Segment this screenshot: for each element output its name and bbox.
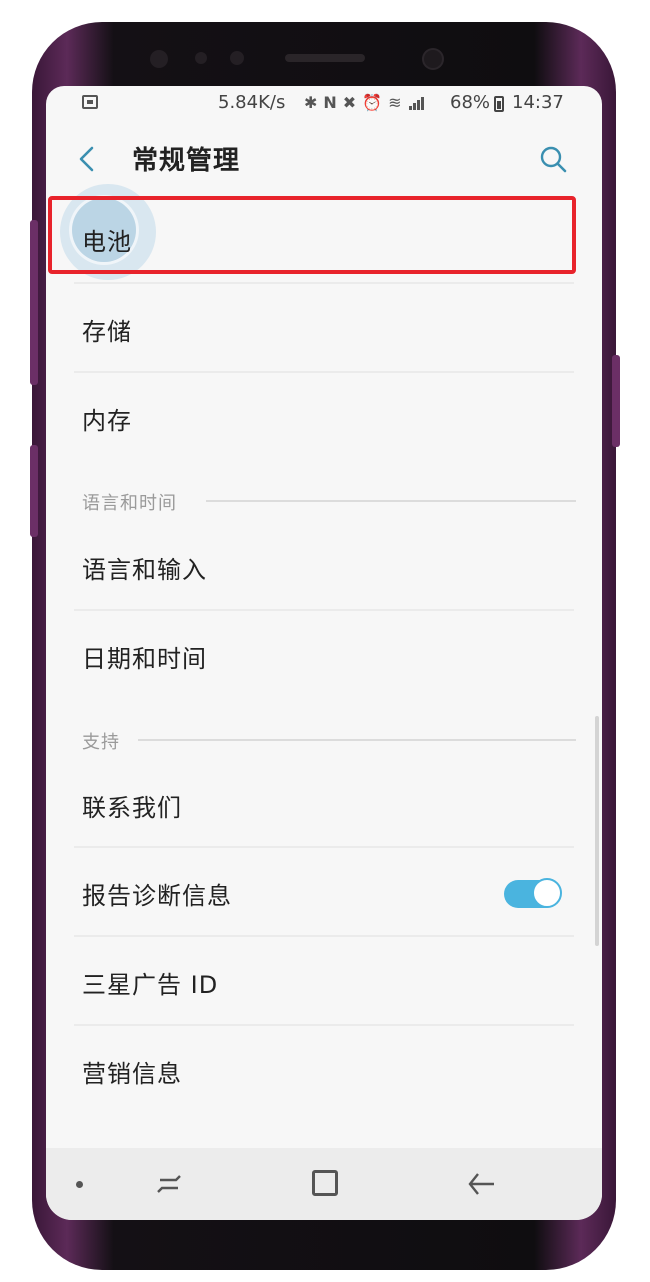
list-item-language-input[interactable]: 语言和输入 (46, 522, 602, 610)
list-item-samsung-ad-id[interactable]: 三星广告 ID (46, 937, 602, 1025)
sensor-icon (195, 52, 207, 64)
section-divider (206, 500, 576, 502)
battery-percent: 68% (450, 92, 491, 113)
mute-icon: ✖ (342, 93, 357, 112)
section-header-support: 支持 (46, 719, 602, 759)
list-item-label: 日期和时间 (82, 645, 207, 673)
sensor-icon (150, 50, 168, 68)
recent-apps-icon[interactable] (154, 1170, 184, 1198)
signal-icon (408, 96, 424, 110)
home-icon[interactable] (312, 1170, 338, 1196)
highlight-box (48, 196, 576, 274)
status-bar: 5.84K/s ✱ N ✖ ⏰ ≋ 68% 14:37 (46, 86, 602, 122)
front-camera (424, 50, 442, 68)
nfc-icon: N (323, 93, 337, 112)
section-label: 语言和时间 (82, 489, 187, 515)
list-item-label: 内存 (82, 407, 132, 435)
screen: 5.84K/s ✱ N ✖ ⏰ ≋ 68% 14:37 常规管理 电池 存储 内… (46, 86, 602, 1220)
list-item-label: 三星广告 ID (82, 971, 219, 999)
chevron-left-icon[interactable] (74, 144, 100, 174)
list-item-label: 存储 (82, 318, 132, 346)
notification-icon (82, 95, 98, 109)
list-item-label: 联系我们 (82, 794, 182, 822)
list-item-marketing-info[interactable]: 营销信息 (46, 1026, 602, 1114)
diagnostics-toggle[interactable] (504, 878, 562, 908)
list-item-battery[interactable]: 电池 (46, 184, 602, 282)
list-item-contact-us[interactable]: 联系我们 (46, 760, 602, 848)
wifi-icon: ≋ (388, 93, 402, 112)
search-icon[interactable] (538, 144, 568, 174)
list-item-date-time[interactable]: 日期和时间 (46, 611, 602, 699)
section-label: 支持 (82, 728, 130, 754)
toggle-knob (532, 878, 562, 908)
net-speed: 5.84K/s (218, 92, 286, 113)
bluetooth-icon: ✱ (304, 93, 318, 112)
navigation-bar (46, 1148, 602, 1220)
app-header: 常规管理 (46, 122, 602, 194)
list-item-storage[interactable]: 存储 (46, 284, 602, 372)
sensor-icon (230, 51, 244, 65)
dot-icon[interactable] (76, 1181, 83, 1188)
scrollbar[interactable] (595, 716, 599, 946)
page-title: 常规管理 (132, 146, 241, 176)
list-item-label: 报告诊断信息 (82, 882, 232, 910)
list-item-report-diagnostics[interactable]: 报告诊断信息 (46, 848, 602, 936)
back-icon[interactable] (466, 1170, 496, 1198)
alarm-icon: ⏰ (362, 93, 383, 112)
list-item-memory[interactable]: 内存 (46, 373, 602, 461)
volume-button (30, 445, 38, 537)
bixby-button (30, 220, 38, 385)
status-icons: ✱ N ✖ ⏰ ≋ (304, 93, 426, 112)
list-item-label: 营销信息 (82, 1060, 182, 1088)
section-header-language-time: 语言和时间 (46, 480, 602, 520)
section-divider (138, 739, 576, 741)
power-button (612, 355, 620, 447)
battery-icon (494, 96, 504, 112)
earpiece-speaker (285, 54, 365, 62)
list-item-label: 语言和输入 (82, 556, 207, 584)
clock: 14:37 (512, 92, 564, 113)
